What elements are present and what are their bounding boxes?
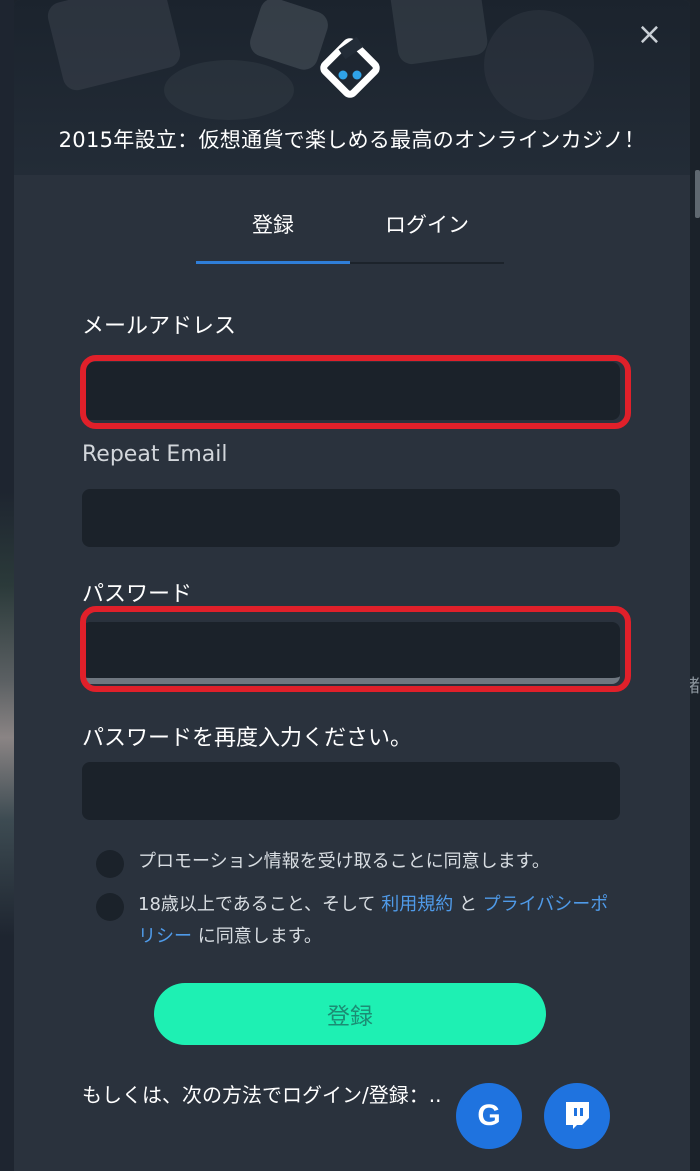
google-icon: G xyxy=(477,1099,501,1132)
registration-modal: × 2015年設立：仮想通貨で楽しめる最高のオンラインカジノ！ 登録 ログイン … xyxy=(14,0,690,1171)
hero-dice-decoration xyxy=(388,0,490,66)
promo-consent-text: プロモーション情報を受け取ることに同意します。 xyxy=(138,851,550,872)
hero-chip-decoration xyxy=(484,10,594,120)
password-label: パスワード xyxy=(82,582,193,607)
repeat-email-field[interactable] xyxy=(82,489,620,547)
auth-tabs: 登録 ログイン xyxy=(196,208,504,264)
age-consent-row: 18歳以上であること、そして 利用規約 と プライバシーポリシー に同意します。 xyxy=(96,889,626,953)
page-scrollbar[interactable] xyxy=(695,170,700,218)
promo-consent-row: プロモーション情報を受け取ることに同意します。 xyxy=(96,846,550,878)
brand-logo xyxy=(320,36,380,98)
age-consent-checkbox[interactable] xyxy=(96,893,124,921)
site-tagline: 2015年設立：仮想通貨で楽しめる最高のオンラインカジノ！ xyxy=(58,128,646,152)
twitch-login-button[interactable] xyxy=(544,1083,610,1149)
google-login-button[interactable]: G xyxy=(456,1083,522,1149)
email-field[interactable] xyxy=(82,362,620,420)
tab-register[interactable]: 登録 xyxy=(196,208,350,264)
age-consent-conjunction: と xyxy=(458,894,477,915)
terms-link[interactable]: 利用規約 xyxy=(381,894,453,915)
password-field[interactable] xyxy=(82,622,620,684)
age-consent-text: 18歳以上であること、そして 利用規約 と プライバシーポリシー に同意します。 xyxy=(138,889,626,953)
hero-dice-decoration xyxy=(44,0,184,94)
promo-consent-checkbox[interactable] xyxy=(96,850,124,878)
twitch-icon xyxy=(566,1102,589,1129)
email-label: メールアドレス xyxy=(82,314,237,339)
hero-chip-decoration xyxy=(164,60,294,120)
background-page-left xyxy=(0,0,14,1171)
close-icon[interactable]: × xyxy=(637,20,662,50)
register-button[interactable]: 登録 xyxy=(154,983,546,1045)
repeat-password-field[interactable] xyxy=(82,762,620,820)
alt-login-text: もしくは、次の方法でログイン/登録：.. xyxy=(82,1083,442,1107)
repeat-email-label: Repeat Email xyxy=(82,442,228,467)
background-page-right: 賭 xyxy=(682,0,700,1171)
age-consent-prefix: 18歳以上であること、そして xyxy=(138,894,376,915)
age-consent-suffix: に同意します。 xyxy=(197,926,322,947)
repeat-password-label: パスワードを再度入力ください。 xyxy=(82,726,413,751)
tab-login[interactable]: ログイン xyxy=(350,208,504,262)
modal-hero-banner: × 2015年設立：仮想通貨で楽しめる最高のオンラインカジノ！ xyxy=(14,0,690,175)
